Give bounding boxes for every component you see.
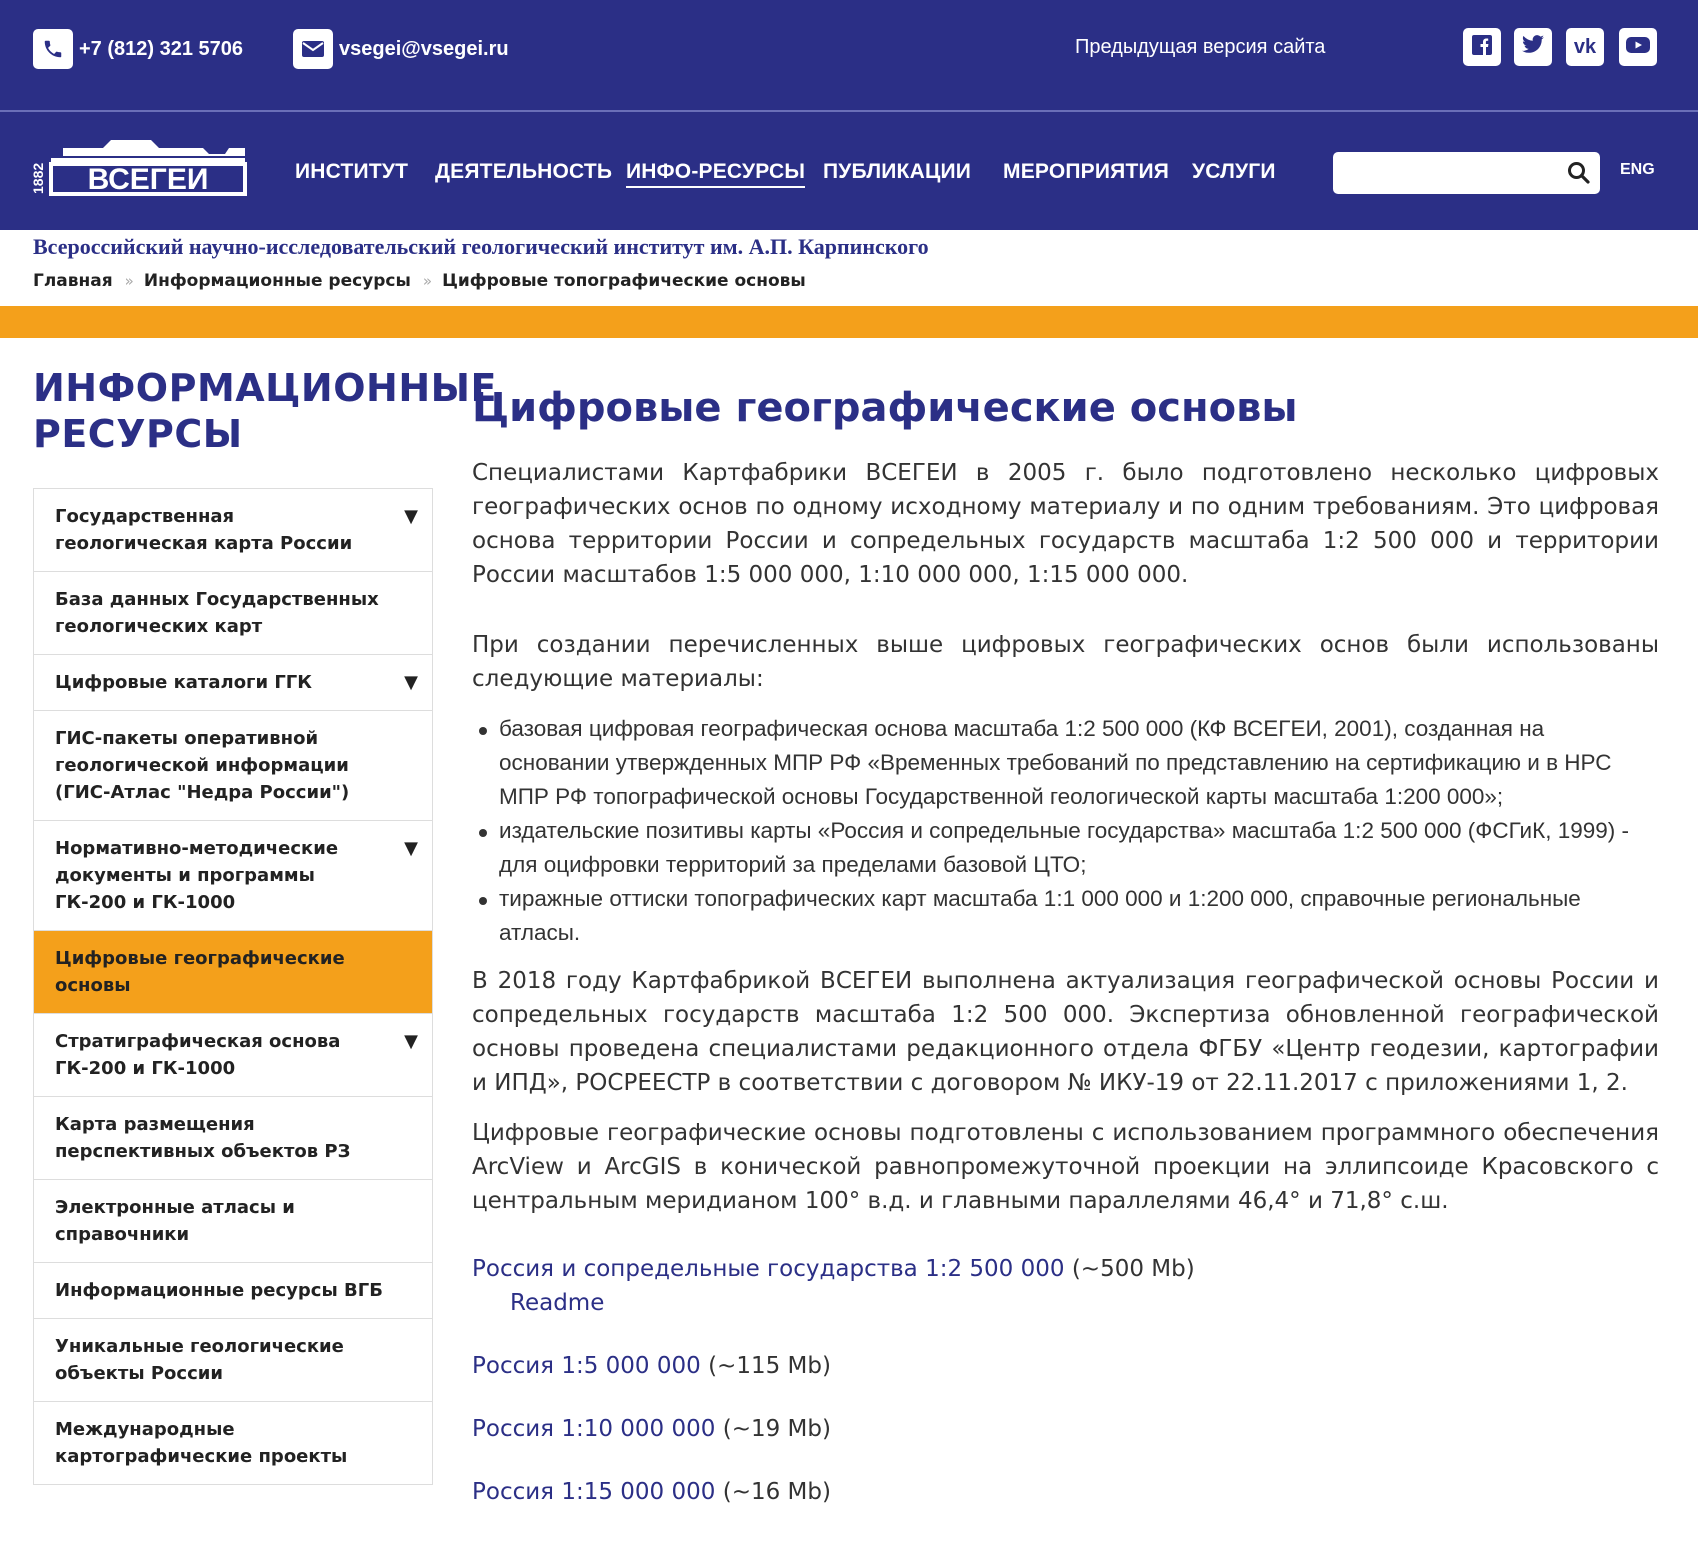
sidebar-item-label: База данных Государственных геологически… (55, 589, 379, 637)
materials-paragraph: При создании перечисленных выше цифровых… (472, 632, 1659, 692)
sidebar-item-label: ГИС-пакеты оперативной геологической инф… (55, 728, 350, 803)
sidebar-item-digital-catalogs[interactable]: Цифровые каталоги ГГК ▼ (34, 655, 432, 711)
breadcrumb-separator: » (124, 272, 134, 290)
sidebar-item-stratigraphic-basis[interactable]: Стратиграфическая основа ГК-200 и ГК-100… (34, 1014, 432, 1097)
vsegei-logo[interactable]: 1882 ВСЕГЕИ (30, 138, 247, 198)
sidebar-item-electronic-atlases[interactable]: Электронные атласы и справочники (34, 1180, 432, 1263)
top-contact-bar (0, 0, 1698, 111)
nav-item-institute[interactable]: ИНСТИТУТ (295, 160, 408, 184)
file-size: (~115 Mb) (708, 1353, 831, 1379)
software-paragraph: Цифровые географические основы подготовл… (472, 1120, 1659, 1214)
facebook-link[interactable] (1463, 28, 1501, 66)
sidebar-item-database-maps[interactable]: База данных Государственных геологически… (34, 572, 432, 655)
list-item: базовая цифровая географическая основа м… (472, 712, 1659, 814)
youtube-icon (1625, 35, 1651, 60)
sidebar-title: ИНФОРМАЦИОННЫЕ РЕСУРСЫ (33, 366, 497, 456)
download-link-russia-2500000[interactable]: Россия и сопредельные государства 1:2 50… (472, 1256, 1065, 1282)
expand-arrow-icon[interactable]: ▼ (404, 1028, 418, 1055)
sidebar-menu: Государственная геологическая карта Росс… (33, 488, 433, 1485)
page-title: Цифровые географические основы (472, 385, 1298, 431)
phone-number: +7 (812) 321 5706 (79, 37, 244, 60)
sidebar-item-gis-packages[interactable]: ГИС-пакеты оперативной геологической инф… (34, 711, 432, 821)
phone-icon (33, 29, 73, 69)
intro-paragraph: Специалистами Картфабрики ВСЕГЕИ в 2005 … (472, 460, 1659, 588)
logo-year: 1882 (33, 163, 46, 194)
list-item: издательские позитивы карты «Россия и со… (472, 814, 1659, 882)
sidebar-item-label: Цифровые каталоги ГГК (55, 672, 312, 693)
nav-item-events[interactable]: МЕРОПРИЯТИЯ (1003, 160, 1169, 184)
download-item: Россия 1:5 000 000 (~115 Mb) (472, 1349, 1659, 1383)
sidebar-item-international-projects[interactable]: Международные картографические проекты (34, 1402, 432, 1484)
facebook-icon (1471, 34, 1493, 61)
vk-icon: vk (1573, 35, 1597, 58)
download-item: Россия и сопредельные государства 1:2 50… (472, 1252, 1659, 1286)
sidebar-item-label: Цифровые географические основы (55, 948, 345, 996)
main-content: Цифровые географические основы Специалис… (472, 380, 1659, 1509)
breadcrumb-home[interactable]: Главная (33, 271, 113, 291)
sidebar-item-label: Карта размещения перспективных объектов … (55, 1114, 351, 1162)
sidebar-item-unique-geological-objects[interactable]: Уникальные геологические объекты России (34, 1319, 432, 1402)
email-address: vsegei@vsegei.ru (339, 37, 509, 60)
expand-arrow-icon[interactable]: ▼ (404, 503, 418, 530)
sidebar-item-label: Стратиграфическая основа ГК-200 и ГК-100… (55, 1031, 341, 1079)
sidebar-item-label: Информационные ресурсы ВГБ (55, 1280, 383, 1301)
sidebar-item-label: Электронные атласы и справочники (55, 1197, 295, 1245)
readme-item: Readme (472, 1286, 1659, 1320)
sidebar-item-label: Государственная геологическая карта Росс… (55, 506, 353, 554)
expand-arrow-icon[interactable]: ▼ (404, 835, 418, 862)
vk-link[interactable]: vk (1566, 28, 1604, 66)
institute-title: Всероссийский научно-исследовательский г… (33, 234, 929, 259)
phone-link[interactable]: +7 (812) 321 5706 (33, 29, 243, 69)
search-input[interactable] (1340, 158, 1550, 188)
search-icon[interactable] (1566, 160, 1592, 186)
nav-item-info-resources[interactable]: ИНФО-РЕСУРСЫ (626, 160, 806, 188)
breadcrumb: Главная » Информационные ресурсы » Цифро… (33, 271, 806, 291)
previous-version-link[interactable]: Предыдущая версия сайта (1075, 36, 1325, 59)
sidebar-item-label: Международные картографические проекты (55, 1419, 348, 1467)
breadcrumb-current: Цифровые топографические основы (442, 271, 806, 291)
nav-item-services[interactable]: УСЛУГИ (1192, 160, 1276, 184)
sidebar-item-state-geological-map[interactable]: Государственная геологическая карта Росс… (34, 489, 432, 572)
nav-item-activity[interactable]: ДЕЯТЕЛЬНОСТЬ (435, 160, 612, 184)
sidebar-item-label: Уникальные геологические объекты России (55, 1336, 344, 1384)
language-switch[interactable]: ENG (1620, 161, 1655, 179)
accent-band (0, 306, 1698, 338)
youtube-link[interactable] (1619, 28, 1657, 66)
logo-name: ВСЕГЕИ (88, 163, 209, 196)
download-link-russia-5000000[interactable]: Россия 1:5 000 000 (472, 1353, 701, 1379)
twitter-link[interactable] (1514, 28, 1552, 66)
sidebar-item-digital-geographic-bases[interactable]: Цифровые географические основы (34, 931, 432, 1014)
download-link-russia-10000000[interactable]: Россия 1:10 000 000 (472, 1416, 715, 1442)
update-paragraph: В 2018 году Картфабрикой ВСЕГЕИ выполнен… (472, 968, 1659, 1096)
readme-link[interactable]: Readme (510, 1290, 604, 1316)
materials-list: базовая цифровая географическая основа м… (472, 712, 1659, 950)
sidebar-item-normative-documents[interactable]: Нормативно-методические документы и прог… (34, 821, 432, 931)
twitter-icon (1521, 34, 1545, 60)
download-item: Россия 1:15 000 000 (~16 Mb) (472, 1475, 1659, 1509)
sidebar-item-vgb-resources[interactable]: Информационные ресурсы ВГБ (34, 1263, 432, 1319)
sidebar-item-label: Нормативно-методические документы и прог… (55, 838, 339, 913)
email-link[interactable]: vsegei@vsegei.ru (293, 29, 509, 69)
download-link-russia-15000000[interactable]: Россия 1:15 000 000 (472, 1479, 715, 1505)
envelope-icon (293, 29, 333, 69)
file-size: (~16 Mb) (722, 1479, 831, 1505)
sidebar-item-prospective-objects-map[interactable]: Карта размещения перспективных объектов … (34, 1097, 432, 1180)
file-size: (~500 Mb) (1071, 1256, 1195, 1282)
download-item: Россия 1:10 000 000 (~19 Mb) (472, 1412, 1659, 1446)
breadcrumb-separator: » (422, 272, 433, 290)
breadcrumb-info-resources[interactable]: Информационные ресурсы (144, 271, 411, 291)
list-item: тиражные оттиски топографических карт ма… (472, 882, 1659, 950)
file-size: (~19 Mb) (722, 1416, 831, 1442)
nav-item-publications[interactable]: ПУБЛИКАЦИИ (823, 160, 971, 184)
expand-arrow-icon[interactable]: ▼ (404, 669, 418, 696)
